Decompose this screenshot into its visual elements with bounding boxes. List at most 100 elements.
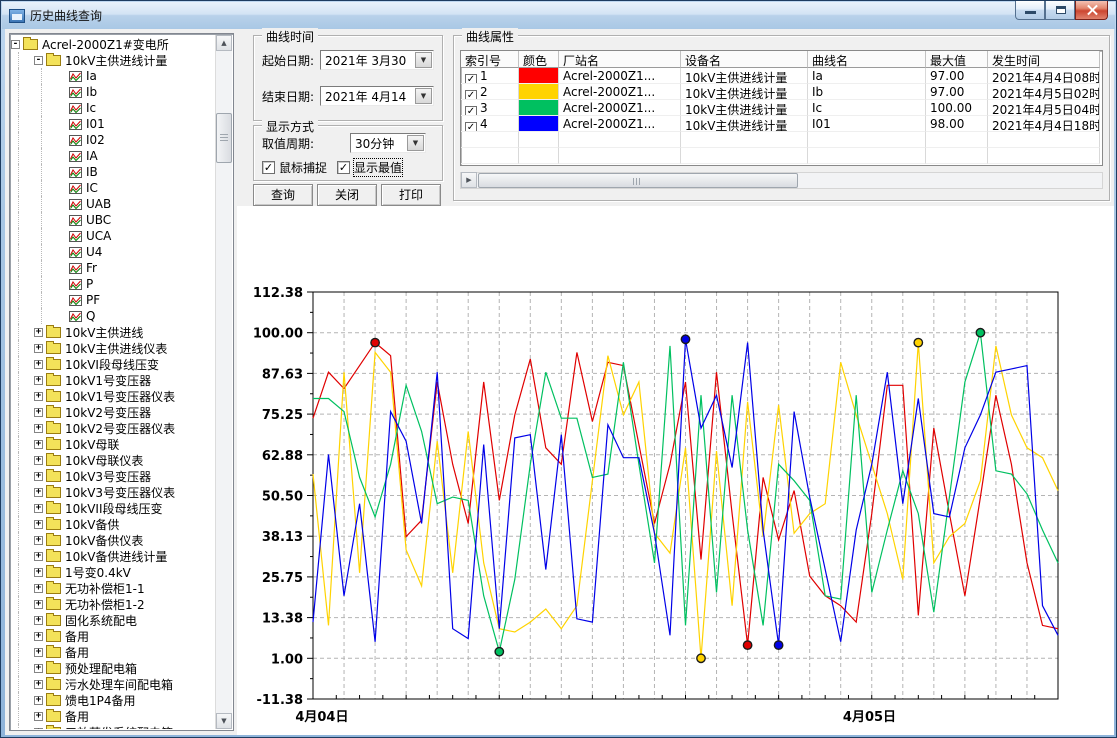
tree-item[interactable]: + 备用: [11, 628, 215, 644]
tree-item[interactable]: +10kV2号变压器: [11, 404, 215, 420]
tree-item-label[interactable]: 固化系统配电: [65, 612, 137, 629]
tree-item-label[interactable]: 10kV备供仪表: [65, 532, 143, 549]
tree-item-label[interactable]: I02: [86, 133, 105, 147]
tree-item-label[interactable]: Ib: [86, 85, 97, 99]
tree-item-label[interactable]: 10kV2号变压器: [65, 404, 151, 421]
tree-item[interactable]: IA: [11, 148, 215, 164]
expand-toggle-icon[interactable]: +: [34, 344, 43, 353]
expand-toggle-icon[interactable]: +: [34, 392, 43, 401]
end-date-combobox[interactable]: 2021年 4月14 ▼: [320, 86, 434, 106]
period-dropdown-arrow-icon[interactable]: ▼: [407, 135, 424, 151]
tree-item[interactable]: UBC: [11, 212, 215, 228]
restore-button[interactable]: [1045, 1, 1075, 20]
tree-item-label[interactable]: IB: [86, 165, 98, 179]
tree-item[interactable]: +无功补偿柜1-1: [11, 580, 215, 596]
tree-item-label[interactable]: 无功补偿柜1-1: [65, 580, 145, 597]
tree-item-label[interactable]: Ic: [86, 101, 96, 115]
tree-item[interactable]: +10kV母联仪表: [11, 452, 215, 468]
expand-toggle-icon[interactable]: +: [34, 360, 43, 369]
tree-item-label[interactable]: 污水处理车间配电箱: [65, 676, 173, 693]
period-combobox[interactable]: 30分钟 ▼: [350, 133, 426, 153]
expand-toggle-icon[interactable]: +: [34, 536, 43, 545]
tree-item[interactable]: +备用: [11, 708, 215, 724]
column-header[interactable]: 发生时间: [988, 51, 1100, 68]
tree-item[interactable]: +10kV备供: [11, 516, 215, 532]
tree-item[interactable]: +10kV2号变压器仪表: [11, 420, 215, 436]
tree-item-label[interactable]: 10kV3号变压器: [65, 468, 151, 485]
expand-toggle-icon[interactable]: +: [34, 488, 43, 497]
tree-item-label[interactable]: 10kV主供进线: [65, 324, 143, 341]
tree-item-label[interactable]: 备用: [65, 628, 89, 645]
scroll-up-arrow-icon[interactable]: ▲: [216, 35, 232, 51]
scroll-right-arrow-icon[interactable]: ▶: [461, 172, 477, 188]
tree-item-label[interactable]: P: [86, 277, 93, 291]
collapse-toggle-icon[interactable]: -: [11, 40, 20, 49]
expand-toggle-icon[interactable]: +: [34, 552, 43, 561]
table-hscrollbar[interactable]: ◀ ▶: [460, 172, 1103, 189]
tree-item[interactable]: +10kV3号变压器: [11, 468, 215, 484]
tree-item-label[interactable]: 三效蒸发系统配电箱: [65, 724, 173, 730]
tree-item-label[interactable]: UAB: [86, 197, 111, 211]
tree-item-label[interactable]: 10kV备供: [65, 516, 119, 533]
tree-item[interactable]: IB: [11, 164, 215, 180]
expand-toggle-icon[interactable]: +: [34, 728, 43, 730]
expand-toggle-icon[interactable]: +: [34, 408, 43, 417]
expand-toggle-icon[interactable]: +: [34, 520, 43, 529]
tree-item-label[interactable]: 10kV母联仪表: [65, 452, 143, 469]
mouse-capture-label[interactable]: 鼠标捕捉: [279, 159, 327, 176]
close-query-button[interactable]: 关闭: [317, 184, 377, 206]
tree-item-label[interactable]: 10kV1号变压器: [65, 372, 151, 389]
tree-item-label[interactable]: 10kVI段母线压变: [65, 356, 159, 373]
tree-scroll-thumb[interactable]: [216, 113, 232, 163]
tree-item[interactable]: Fr: [11, 260, 215, 276]
tree-item[interactable]: +馈电1P4备用: [11, 692, 215, 708]
tree-item-label[interactable]: IA: [86, 149, 98, 163]
tree-item-label[interactable]: PF: [86, 293, 100, 307]
tree-item[interactable]: + 固化系统配电: [11, 612, 215, 628]
table-row[interactable]: ✓3Acrel-2000Z1...10kV主供进线计量Ic100.002021年…: [461, 100, 1102, 116]
tree-item-label[interactable]: 1号变0.4kV: [65, 564, 131, 581]
expand-toggle-icon[interactable]: +: [34, 632, 43, 641]
tree-item-label[interactable]: Acrel-2000Z1#变电所: [42, 36, 169, 53]
tree-item-label[interactable]: Q: [86, 309, 95, 323]
tree-item[interactable]: Q: [11, 308, 215, 324]
curve-visible-checkbox[interactable]: ✓: [465, 90, 477, 100]
tree-item[interactable]: +10kV1号变压器仪表: [11, 388, 215, 404]
expand-toggle-icon[interactable]: +: [34, 616, 43, 625]
tree-item-label[interactable]: 10kVII段母线压变: [65, 500, 163, 517]
column-header[interactable]: 设备名: [681, 51, 808, 68]
expand-toggle-icon[interactable]: +: [34, 504, 43, 513]
show-extremes-label[interactable]: 显示最值: [354, 159, 402, 176]
tree-item[interactable]: +10kV主供进线: [11, 324, 215, 340]
expand-toggle-icon[interactable]: +: [34, 440, 43, 449]
tree-item-label[interactable]: 10kV母联: [65, 436, 119, 453]
tree-item-label[interactable]: 10kV主供进线计量: [65, 52, 167, 69]
table-row[interactable]: ✓2Acrel-2000Z1...10kV主供进线计量Ib97.002021年4…: [461, 84, 1102, 100]
tree-item[interactable]: +10kVII段母线压变: [11, 500, 215, 516]
tree-item-label[interactable]: 备用: [65, 644, 89, 661]
curve-table[interactable]: 索引号颜色厂站名设备名曲线名最大值发生时间✓1Acrel-2000Z1...10…: [460, 50, 1103, 166]
column-header[interactable]: 最大值: [926, 51, 988, 68]
tree-item-label[interactable]: UBC: [86, 213, 111, 227]
end-date-dropdown-arrow-icon[interactable]: ▼: [415, 88, 432, 104]
tree-item-label[interactable]: 10kV3号变压器仪表: [65, 484, 175, 501]
tree-item[interactable]: +预处理配电箱: [11, 660, 215, 676]
tree-item[interactable]: +无功补偿柜1-2: [11, 596, 215, 612]
start-date-combobox[interactable]: 2021年 3月30 ▼: [320, 50, 434, 70]
tree-item[interactable]: Ic: [11, 100, 215, 116]
query-button[interactable]: 查询: [253, 184, 313, 206]
tree-item[interactable]: -10kV主供进线计量: [11, 52, 215, 68]
tree-item[interactable]: +10kV3号变压器仪表: [11, 484, 215, 500]
tree-item-label[interactable]: 10kV2号变压器仪表: [65, 420, 175, 437]
tree-item-label[interactable]: U4: [86, 245, 102, 259]
expand-toggle-icon[interactable]: +: [34, 472, 43, 481]
expand-toggle-icon[interactable]: +: [34, 664, 43, 673]
tree-item-label[interactable]: I01: [86, 117, 105, 131]
expand-toggle-icon[interactable]: +: [34, 456, 43, 465]
tree-item[interactable]: I01: [11, 116, 215, 132]
history-curve-chart[interactable]: 112.38100.0087.6375.2562.8850.5038.1325.…: [237, 206, 1114, 735]
tree-scrollbar[interactable]: ▲ ▼: [215, 35, 232, 729]
tree-item[interactable]: +备用: [11, 644, 215, 660]
tree-item[interactable]: P: [11, 276, 215, 292]
tree-item[interactable]: IC: [11, 180, 215, 196]
